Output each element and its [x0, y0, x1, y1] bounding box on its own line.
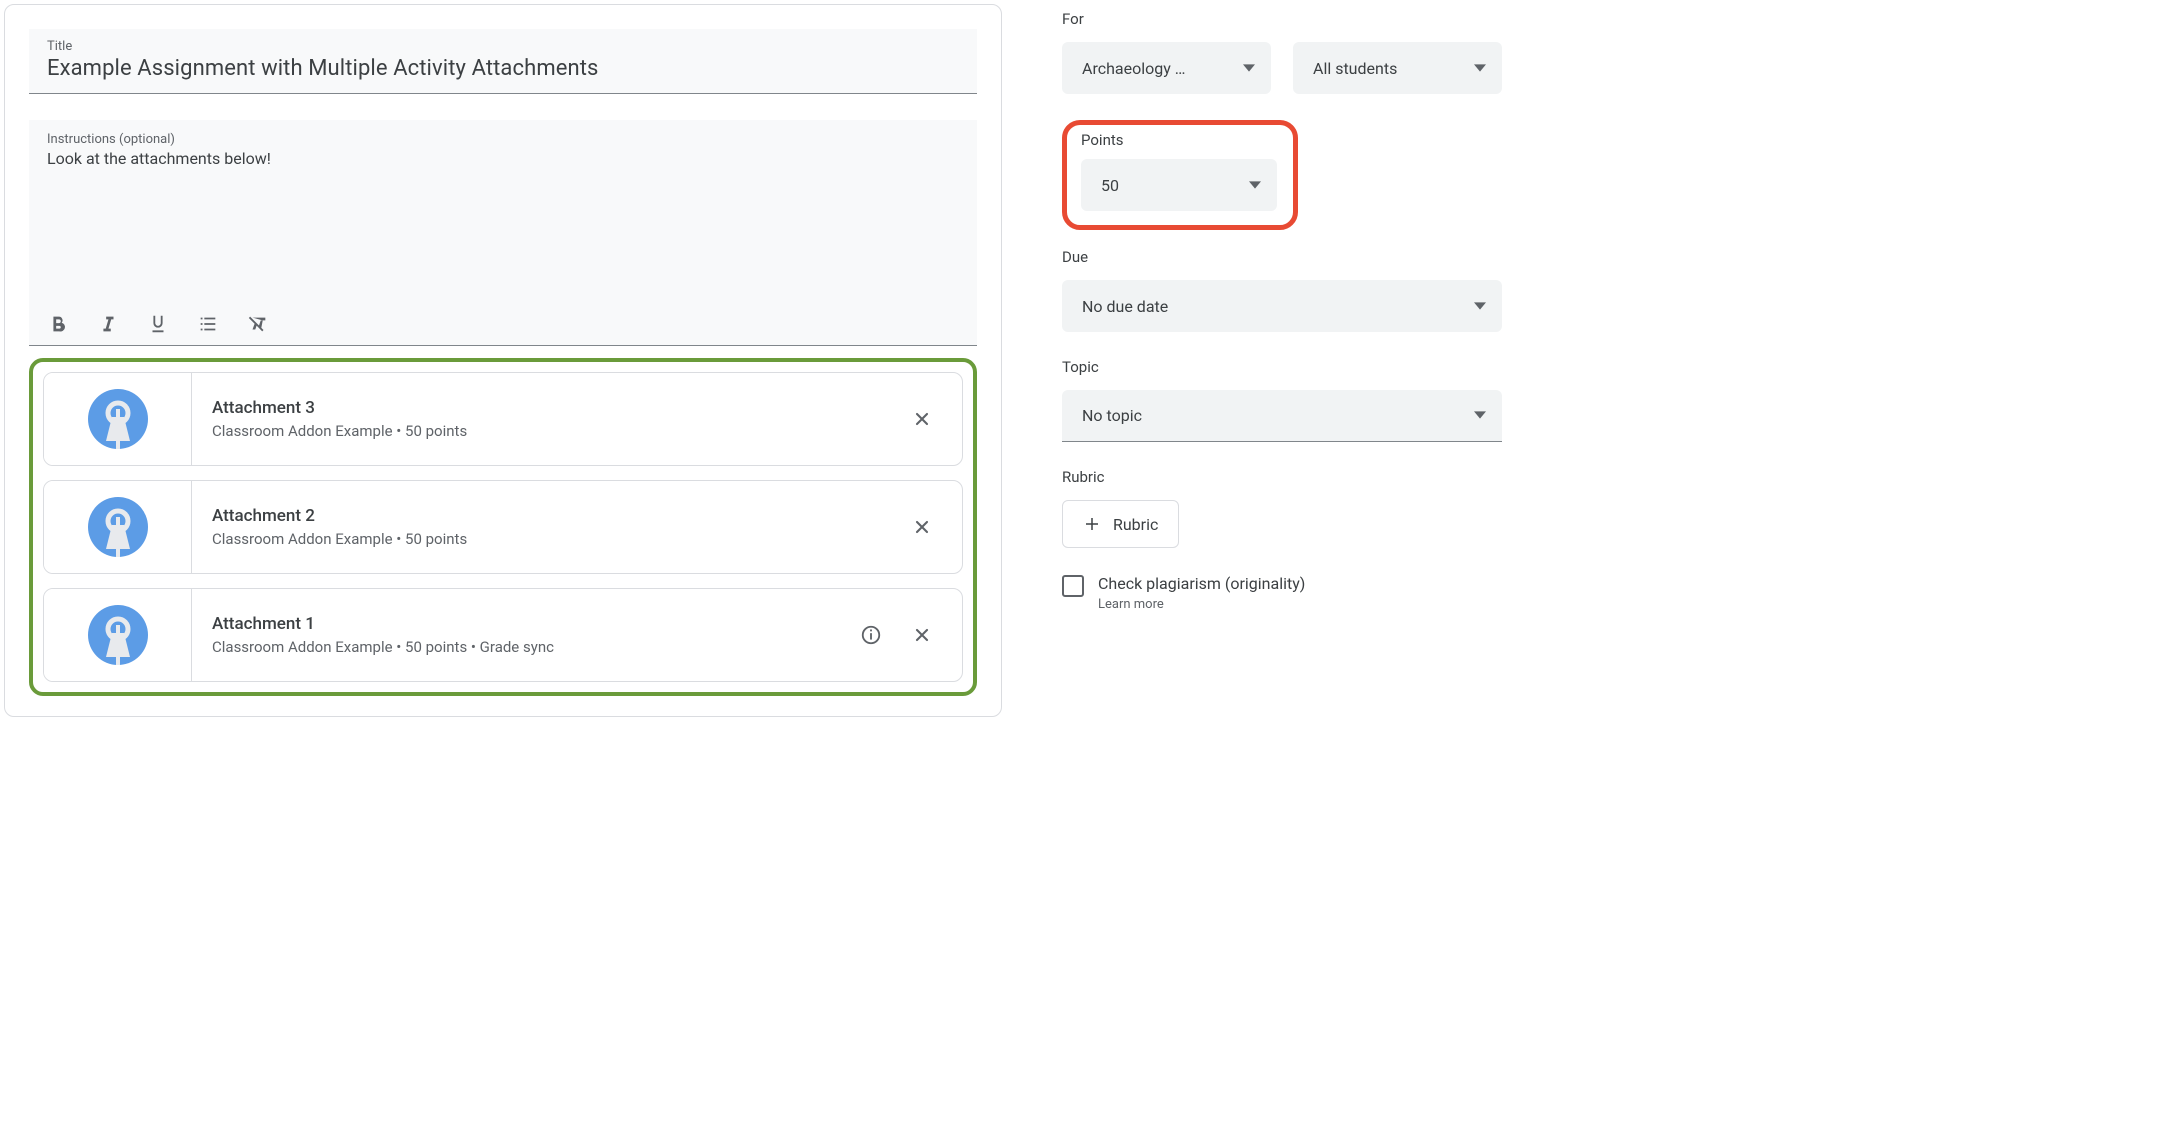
attachment-title: Attachment 1: [212, 614, 840, 634]
chevron-down-icon: [1474, 59, 1486, 78]
topic-dropdown[interactable]: No topic: [1062, 390, 1502, 442]
attachment-subtitle: Classroom Addon Example • 50 points: [212, 422, 892, 440]
attachments-highlight: Attachment 3 Classroom Addon Example • 5…: [29, 358, 977, 696]
topic-label: Topic: [1062, 358, 1502, 376]
attachment-card[interactable]: Attachment 3 Classroom Addon Example • 5…: [43, 372, 963, 466]
italic-button[interactable]: [97, 313, 119, 335]
rubric-button-label: Rubric: [1113, 515, 1158, 534]
underline-button[interactable]: [147, 313, 169, 335]
points-dropdown[interactable]: 50: [1081, 159, 1277, 211]
assignment-editor-panel: Title Example Assignment with Multiple A…: [4, 4, 1002, 717]
due-date-dropdown[interactable]: No due date: [1062, 280, 1502, 332]
bold-button[interactable]: [47, 313, 69, 335]
learn-more-link[interactable]: Learn more: [1098, 597, 1305, 612]
instructions-field[interactable]: Instructions (optional) Look at the atta…: [29, 120, 977, 305]
chevron-down-icon: [1474, 406, 1486, 425]
addon-icon: [86, 603, 150, 667]
bulleted-list-button[interactable]: [197, 313, 219, 335]
attachment-thumbnail: [44, 589, 192, 681]
plus-icon: [1083, 515, 1101, 533]
points-highlight: Points 50: [1062, 120, 1298, 230]
due-label: Due: [1062, 248, 1502, 266]
clear-formatting-button[interactable]: [247, 313, 269, 335]
attachment-title: Attachment 3: [212, 398, 892, 418]
addon-icon: [86, 495, 150, 559]
format-toolbar: [29, 305, 977, 346]
addon-icon: [86, 387, 150, 451]
class-dropdown[interactable]: Archaeology …: [1062, 42, 1271, 94]
attachment-title: Attachment 2: [212, 506, 892, 526]
rubric-label: Rubric: [1062, 468, 1502, 486]
remove-attachment-button[interactable]: [912, 625, 932, 645]
students-dropdown[interactable]: All students: [1293, 42, 1502, 94]
chevron-down-icon: [1249, 176, 1261, 195]
attachment-card[interactable]: Attachment 1 Classroom Addon Example • 5…: [43, 588, 963, 682]
chevron-down-icon: [1243, 59, 1255, 78]
title-label: Title: [47, 39, 959, 54]
topic-value: No topic: [1082, 406, 1142, 425]
remove-attachment-button[interactable]: [912, 409, 932, 429]
attachment-thumbnail: [44, 373, 192, 465]
title-field[interactable]: Title Example Assignment with Multiple A…: [29, 29, 977, 94]
instructions-label: Instructions (optional): [47, 132, 959, 147]
points-label: Points: [1081, 131, 1279, 149]
add-rubric-button[interactable]: Rubric: [1062, 500, 1179, 548]
assignment-sidebar: For Archaeology … All students Points 50…: [1062, 4, 1502, 717]
for-label: For: [1062, 10, 1502, 28]
attachment-info-button[interactable]: [860, 624, 882, 646]
due-value: No due date: [1082, 297, 1168, 316]
instructions-value[interactable]: Look at the attachments below!: [47, 149, 959, 299]
chevron-down-icon: [1474, 297, 1486, 316]
attachment-card[interactable]: Attachment 2 Classroom Addon Example • 5…: [43, 480, 963, 574]
title-value[interactable]: Example Assignment with Multiple Activit…: [47, 56, 959, 81]
remove-attachment-button[interactable]: [912, 517, 932, 537]
plagiarism-label: Check plagiarism (originality): [1098, 574, 1305, 593]
class-selected: Archaeology …: [1082, 59, 1185, 78]
attachment-subtitle: Classroom Addon Example • 50 points: [212, 530, 892, 548]
attachment-subtitle: Classroom Addon Example • 50 points • Gr…: [212, 638, 840, 656]
attachment-thumbnail: [44, 481, 192, 573]
points-value: 50: [1101, 176, 1119, 195]
plagiarism-checkbox[interactable]: [1062, 575, 1084, 597]
students-selected: All students: [1313, 59, 1397, 78]
